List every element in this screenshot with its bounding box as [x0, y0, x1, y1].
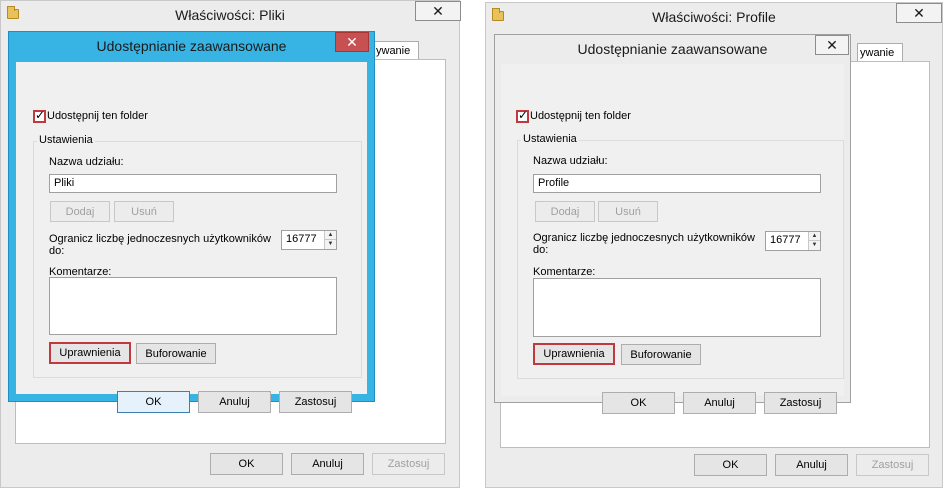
right-window-title: Właściwości: Profile — [652, 9, 776, 25]
right-caching-button[interactable]: Buforowanie — [621, 344, 701, 365]
right-remove-button[interactable]: Usuń — [598, 201, 658, 222]
left-window-cancel-button[interactable]: Anuluj — [291, 453, 364, 475]
left-share-checkbox-label[interactable]: Udostępnij ten folder — [47, 110, 148, 122]
left-dialog-title[interactable]: Udostępnianie zaawansowane — [9, 38, 374, 54]
right-comments-label: Komentarze: — [533, 266, 596, 278]
right-limit-label-line2: do: — [533, 244, 549, 256]
right-settings-group-label: Ustawienia — [521, 133, 579, 145]
left-permissions-button[interactable]: Uprawnienia — [49, 342, 131, 364]
checkmark-icon: ✓ — [518, 108, 529, 122]
right-window-titlebar[interactable]: Właściwości: Profile ✕ — [486, 3, 942, 33]
right-window-close-button[interactable]: ✕ — [896, 3, 942, 23]
left-window-close-button[interactable]: ✕ — [415, 1, 461, 21]
right-share-name-label: Nazwa udziału: — [533, 155, 608, 167]
right-spin-buttons: ▲ ▼ — [808, 232, 820, 250]
left-dialog-cancel-button[interactable]: Anuluj — [198, 391, 271, 413]
right-comments-textarea[interactable] — [533, 278, 821, 337]
right-advanced-sharing-dialog: Udostępnianie zaawansowane ✕ ✓ Udostępni… — [494, 34, 851, 414]
left-caching-button[interactable]: Buforowanie — [136, 343, 216, 364]
right-tab-partial[interactable]: ywanie — [857, 43, 903, 62]
spin-down-icon[interactable]: ▼ — [325, 240, 336, 249]
right-add-button[interactable]: Dodaj — [535, 201, 595, 222]
left-dialog-close-button[interactable]: ✕ — [335, 32, 369, 52]
left-dialog-ok-button[interactable]: OK — [117, 391, 190, 413]
right-dialog-client: ✓ Udostępnij ten folder Ustawienia Nazwa… — [501, 64, 844, 414]
left-dialog-client: ✓ Udostępnij ten folder Ustawienia Nazwa… — [16, 62, 367, 413]
spin-up-icon[interactable]: ▲ — [809, 232, 820, 241]
left-dialog-apply-button[interactable]: Zastosuj — [279, 391, 352, 413]
left-comments-textarea[interactable] — [49, 277, 337, 335]
right-share-checkbox-label[interactable]: Udostępnij ten folder — [530, 110, 631, 122]
left-settings-group-label: Ustawienia — [37, 134, 95, 146]
right-user-limit-spinner[interactable]: 16777 ▲ ▼ — [765, 231, 821, 251]
right-permissions-button[interactable]: Uprawnienia — [533, 343, 615, 365]
right-share-checkbox[interactable]: ✓ — [516, 108, 529, 123]
left-window-title: Właściwości: Pliki — [175, 7, 285, 23]
left-user-limit-spinner[interactable]: 16777 ▲ ▼ — [281, 230, 337, 250]
left-window-ok-button[interactable]: OK — [210, 453, 283, 475]
right-window-ok-button[interactable]: OK — [694, 454, 767, 476]
left-limit-label-line1: Ogranicz liczbę jednoczesnych użytkownik… — [49, 233, 271, 245]
right-dialog-cancel-button[interactable]: Anuluj — [683, 392, 756, 414]
right-dialog-title[interactable]: Udostępnianie zaawansowane — [495, 41, 850, 57]
left-remove-button[interactable]: Usuń — [114, 201, 174, 222]
left-user-limit-value[interactable]: 16777 — [286, 233, 317, 245]
left-spin-buttons: ▲ ▼ — [324, 231, 336, 249]
left-limit-label-line2: do: — [49, 245, 65, 257]
right-dialog-close-button[interactable]: ✕ — [815, 35, 849, 55]
left-advanced-sharing-dialog: Udostępnianie zaawansowane ✕ ✓ Udostępni… — [8, 31, 375, 413]
checkmark-icon: ✓ — [35, 108, 46, 122]
left-share-checkbox[interactable]: ✓ — [33, 108, 46, 123]
right-user-limit-value[interactable]: 16777 — [770, 234, 801, 246]
left-window-titlebar[interactable]: Właściwości: Pliki ✕ — [1, 1, 461, 31]
right-share-name-input[interactable]: Profile — [533, 174, 821, 193]
right-window-cancel-button[interactable]: Anuluj — [775, 454, 848, 476]
left-window-apply-button[interactable]: Zastosuj — [372, 453, 445, 475]
left-tab-partial[interactable]: ywanie — [373, 41, 419, 60]
right-limit-label-line1: Ogranicz liczbę jednoczesnych użytkownik… — [533, 232, 755, 244]
spin-up-icon[interactable]: ▲ — [325, 231, 336, 240]
spin-down-icon[interactable]: ▼ — [809, 241, 820, 250]
left-add-button[interactable]: Dodaj — [50, 201, 110, 222]
left-share-name-label: Nazwa udziału: — [49, 156, 124, 168]
left-share-name-input[interactable]: Pliki — [49, 174, 337, 193]
right-window-apply-button[interactable]: Zastosuj — [856, 454, 929, 476]
right-dialog-apply-button[interactable]: Zastosuj — [764, 392, 837, 414]
right-dialog-ok-button[interactable]: OK — [602, 392, 675, 414]
